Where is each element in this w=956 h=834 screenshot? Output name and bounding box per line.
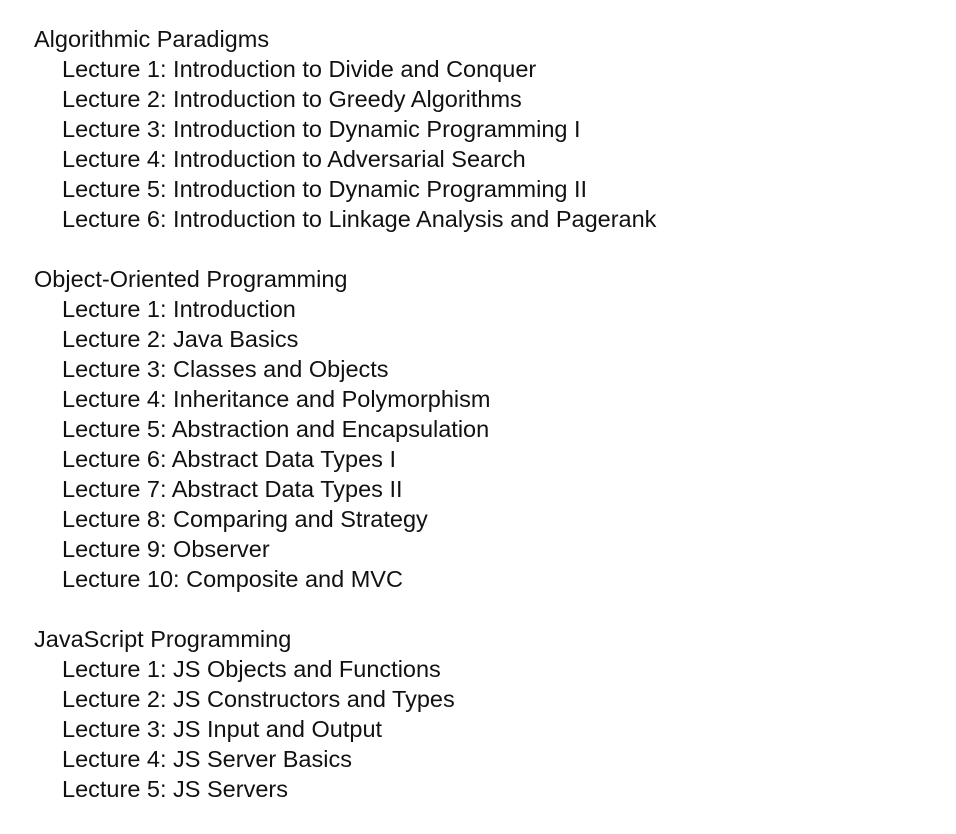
lecture-item[interactable]: Lecture 6: Introduction to Linkage Analy… [62,204,656,234]
lecture-link[interactable]: Lecture 4: Introduction to Adversarial S… [62,146,526,172]
lecture-item[interactable]: Lecture 4: JS Server Basics [62,744,656,774]
lecture-link[interactable]: Lecture 1: JS Objects and Functions [62,656,441,682]
lecture-link[interactable]: Lecture 8: Comparing and Strategy [62,506,428,532]
course-title: Algorithmic Paradigms [34,26,270,52]
lecture-item[interactable]: Lecture 1: JS Objects and Functions [62,654,656,684]
lecture-link[interactable]: Lecture 4: Inheritance and Polymorphism [62,386,490,412]
lecture-link[interactable]: Lecture 1: Introduction [62,296,296,322]
lecture-link[interactable]: Lecture 5: Abstraction and Encapsulation [62,416,489,442]
lecture-link[interactable]: Lecture 6: Abstract Data Types I [62,446,396,472]
lecture-link[interactable]: Lecture 3: Introduction to Dynamic Progr… [62,116,581,142]
lecture-link[interactable]: Lecture 2: Introduction to Greedy Algori… [62,86,522,112]
lecture-link[interactable]: Lecture 4: JS Server Basics [62,746,352,772]
lecture-link[interactable]: Lecture 5: JS Servers [62,776,288,802]
lecture-item[interactable]: Lecture 3: Classes and Objects [62,354,656,384]
lecture-list: Lecture 1: JS Objects and Functions Lect… [34,654,656,804]
lecture-item[interactable]: Lecture 2: Introduction to Greedy Algori… [62,84,656,114]
course-algorithmic-paradigms: Algorithmic Paradigms Lecture 1: Introdu… [34,24,656,234]
course-list: Algorithmic Paradigms Lecture 1: Introdu… [34,24,656,834]
lecture-item[interactable]: Lecture 4: Introduction to Adversarial S… [62,144,656,174]
lecture-list: Lecture 1: Introduction to Divide and Co… [34,54,656,234]
lecture-link[interactable]: Lecture 6: Introduction to Linkage Analy… [62,206,656,232]
lecture-item[interactable]: Lecture 1: Introduction [62,294,656,324]
lecture-item[interactable]: Lecture 5: Introduction to Dynamic Progr… [62,174,656,204]
lecture-item[interactable]: Lecture 5: JS Servers [62,774,656,804]
lecture-item[interactable]: Lecture 3: JS Input and Output [62,714,656,744]
lecture-item[interactable]: Lecture 10: Composite and MVC [62,564,656,594]
course-title: Object-Oriented Programming [34,266,348,292]
lecture-item[interactable]: Lecture 5: Abstraction and Encapsulation [62,414,656,444]
lecture-item[interactable]: Lecture 9: Observer [62,534,656,564]
lecture-item[interactable]: Lecture 8: Comparing and Strategy [62,504,656,534]
lecture-link[interactable]: Lecture 3: Classes and Objects [62,356,389,382]
lecture-link[interactable]: Lecture 10: Composite and MVC [62,566,403,592]
lecture-link[interactable]: Lecture 2: Java Basics [62,326,298,352]
lecture-item[interactable]: Lecture 2: Java Basics [62,324,656,354]
lecture-link[interactable]: Lecture 9: Observer [62,536,270,562]
lecture-link[interactable]: Lecture 3: JS Input and Output [62,716,382,742]
lecture-link[interactable]: Lecture 2: JS Constructors and Types [62,686,455,712]
lecture-item[interactable]: Lecture 4: Inheritance and Polymorphism [62,384,656,414]
lecture-item[interactable]: Lecture 2: JS Constructors and Types [62,684,656,714]
lecture-link[interactable]: Lecture 5: Introduction to Dynamic Progr… [62,176,587,202]
lecture-item[interactable]: Lecture 1: Introduction to Divide and Co… [62,54,656,84]
lecture-link[interactable]: Lecture 1: Introduction to Divide and Co… [62,56,536,82]
lecture-item[interactable]: Lecture 7: Abstract Data Types II [62,474,656,504]
course-title: JavaScript Programming [34,626,292,652]
lecture-list: Lecture 1: Introduction Lecture 2: Java … [34,294,656,594]
lecture-item[interactable]: Lecture 6: Abstract Data Types I [62,444,656,474]
lecture-item[interactable]: Lecture 3: Introduction to Dynamic Progr… [62,114,656,144]
lecture-link[interactable]: Lecture 7: Abstract Data Types II [62,476,403,502]
course-javascript-programming: JavaScript Programming Lecture 1: JS Obj… [34,624,656,804]
course-object-oriented-programming: Object-Oriented Programming Lecture 1: I… [34,264,656,594]
